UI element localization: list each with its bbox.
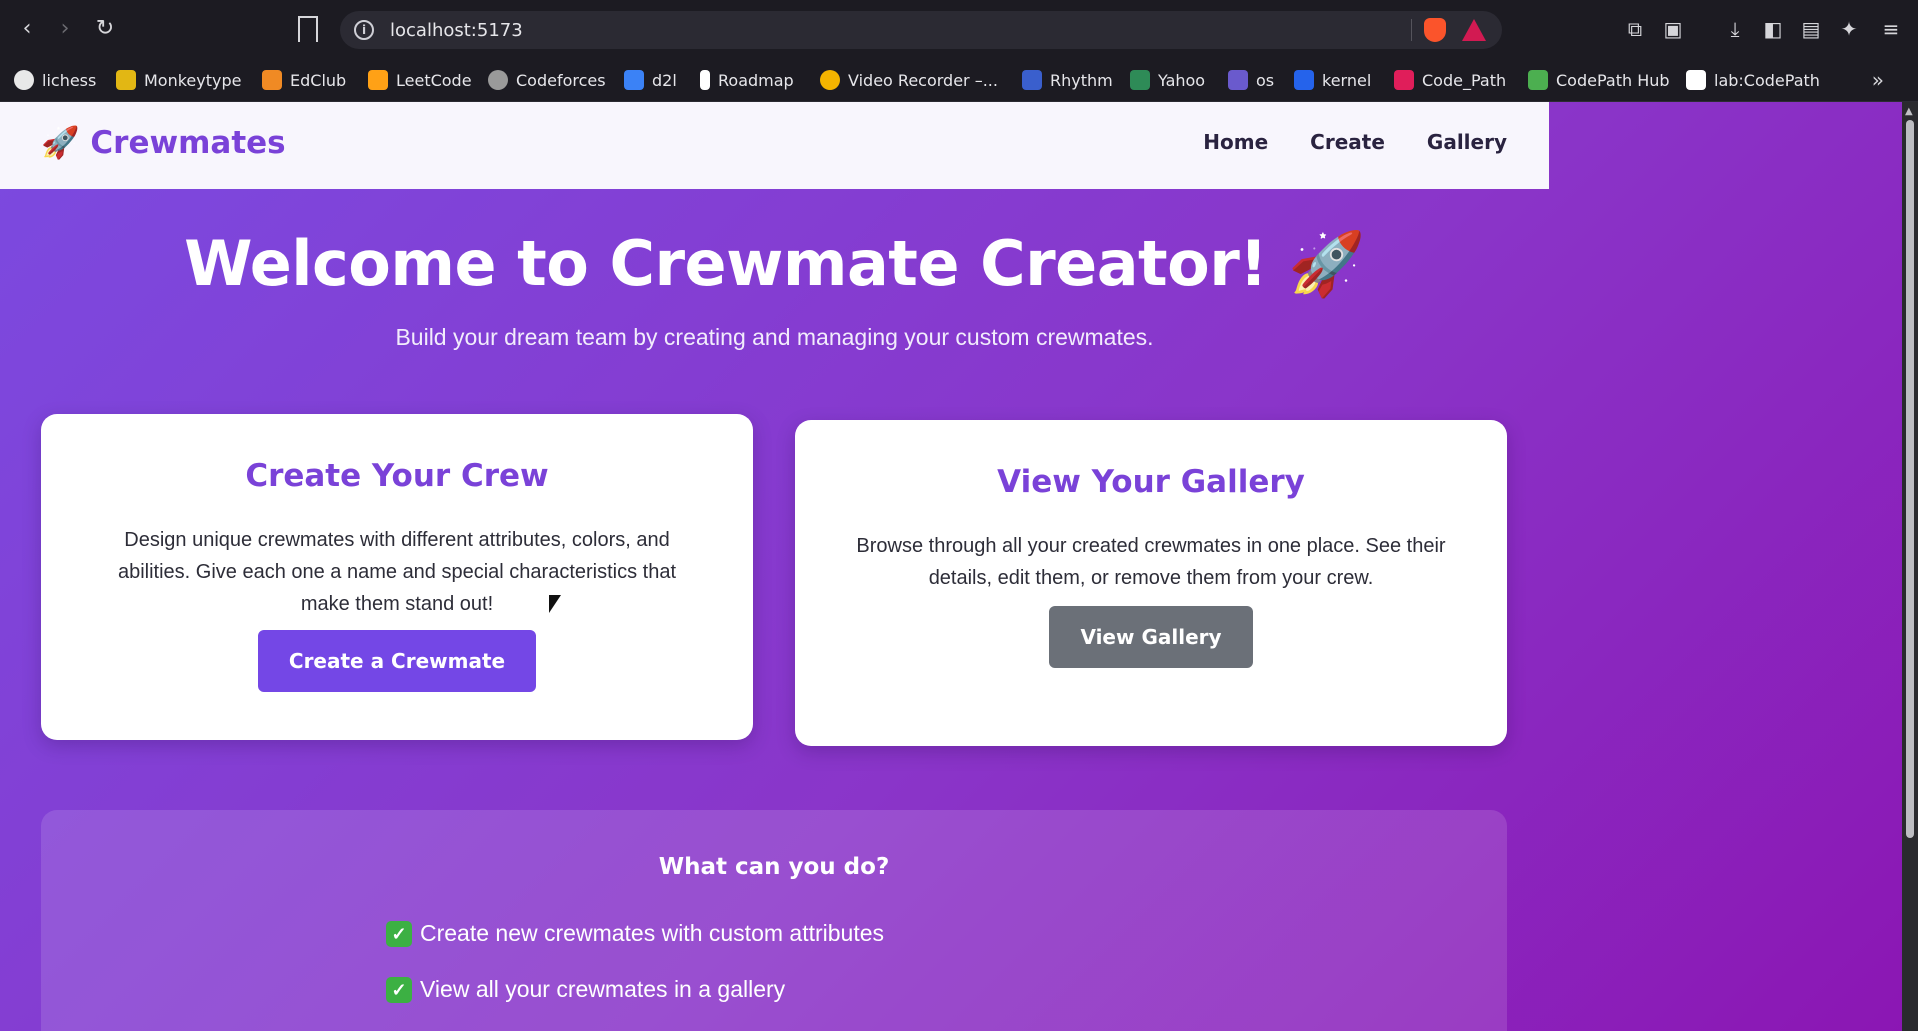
bookmark-label: os xyxy=(1256,70,1275,90)
page-viewport: 🚀 Crewmates Home Create Gallery Welcome … xyxy=(0,102,1918,1031)
nav-gallery[interactable]: Gallery xyxy=(1427,130,1507,154)
lab-codepath-icon xyxy=(1686,70,1706,90)
bookmark-label: EdClub xyxy=(290,70,347,90)
bookmark-codeforces[interactable]: Codeforces xyxy=(488,66,606,94)
sidebar-icon[interactable]: ◧ xyxy=(1760,16,1786,42)
address-bar[interactable]: i localhost:5173 xyxy=(340,11,1502,49)
site-navbar: 🚀 Crewmates Home Create Gallery xyxy=(0,102,1549,189)
menu-icon[interactable]: ≡ xyxy=(1878,16,1904,42)
bookmark-yahoo[interactable]: Yahoo xyxy=(1130,66,1205,94)
scroll-up-icon[interactable]: ▲ xyxy=(1905,106,1913,117)
url-text[interactable]: localhost:5173 xyxy=(390,20,523,41)
bookmark-label: d2l xyxy=(652,70,677,90)
site-logo[interactable]: 🚀 Crewmates xyxy=(41,124,286,161)
extensions-icon[interactable]: ⧉ xyxy=(1622,16,1648,42)
forward-icon[interactable]: › xyxy=(50,14,80,44)
hero-subtitle: Build your dream team by creating and ma… xyxy=(395,324,1154,350)
video-recorder-icon xyxy=(820,70,840,90)
bookmark-lab-codepath[interactable]: lab:CodePath xyxy=(1686,66,1820,94)
checkmark-icon: ✓ xyxy=(386,976,412,1003)
brave-rewards-icon[interactable] xyxy=(1462,19,1486,41)
wallet-icon[interactable]: ▤ xyxy=(1798,16,1824,42)
feature-text: Create new crewmates with custom attribu… xyxy=(420,920,885,946)
create-crew-card: Create Your Crew Design unique crewmates… xyxy=(41,414,753,740)
edclub-icon xyxy=(262,70,282,90)
feature-item: ✓ Create new crewmates with custom attri… xyxy=(386,920,884,947)
bookmark-label: Roadmap xyxy=(718,70,794,90)
bookmark-d2l[interactable]: d2l xyxy=(624,66,677,94)
bookmark-label: lichess xyxy=(42,70,97,90)
bookmark-roadmap[interactable]: Roadmap xyxy=(700,66,794,94)
bookmark-label: CodePath Hub xyxy=(1556,70,1670,90)
yahoo-icon xyxy=(1130,70,1150,90)
bookmark-edclub[interactable]: EdClub xyxy=(262,66,346,94)
d2l-icon xyxy=(624,70,644,90)
hero-title: Welcome to Crewmate Creator! 🚀 xyxy=(184,227,1365,300)
view-gallery-card: View Your Gallery Browse through all you… xyxy=(795,420,1507,746)
nav-links: Home Create Gallery xyxy=(1203,130,1507,154)
leo-ai-icon[interactable]: ✦ xyxy=(1836,16,1862,42)
checkmark-icon: ✓ xyxy=(386,920,412,947)
bookmark-label: Code_Path xyxy=(1422,70,1507,90)
page-scrollbar[interactable]: ▲ xyxy=(1902,102,1918,1031)
bookmark-video-recorder[interactable]: Video Recorder –... xyxy=(820,66,998,94)
card-text: Browse through all your created crewmate… xyxy=(856,535,1446,589)
feature-text: View all your crewmates in a gallery xyxy=(420,976,786,1002)
bookmark-rhythm[interactable]: Rhythm xyxy=(1022,66,1113,94)
card-title: Create Your Crew xyxy=(245,458,549,494)
bookmark-codepath-hub[interactable]: CodePath Hub xyxy=(1528,66,1670,94)
kernel-icon xyxy=(1294,70,1314,90)
bookmarks-bar: lichess Monkeytype EdClub LeetCode Codef… xyxy=(0,58,1918,102)
roadmap-icon xyxy=(700,70,710,90)
nav-create[interactable]: Create xyxy=(1310,130,1385,154)
create-crewmate-button[interactable]: Create a Crewmate xyxy=(257,630,537,692)
bookmark-os[interactable]: os xyxy=(1228,66,1274,94)
os-icon xyxy=(1228,70,1248,90)
features-panel: What can you do? ✓ Create new crewmates … xyxy=(41,810,1507,1031)
bookmark-label: Codeforces xyxy=(516,70,606,90)
bookmark-label: Video Recorder –... xyxy=(848,70,998,90)
bookmark-label: LeetCode xyxy=(396,70,472,90)
codeforces-icon xyxy=(488,70,508,90)
bookmark-code-path[interactable]: Code_Path xyxy=(1394,66,1506,94)
lichess-icon xyxy=(14,70,34,90)
bookmark-leetcode[interactable]: LeetCode xyxy=(368,66,472,94)
scrollbar-thumb[interactable] xyxy=(1906,120,1914,838)
screenshot-icon[interactable]: ▣ xyxy=(1660,16,1686,42)
site-info-icon[interactable]: i xyxy=(354,20,374,40)
downloads-icon[interactable]: ⤓ xyxy=(1722,16,1748,42)
nav-home[interactable]: Home xyxy=(1203,130,1268,154)
slack-icon xyxy=(1394,70,1414,90)
reload-icon[interactable]: ↻ xyxy=(90,14,120,44)
bookmark-label: lab:CodePath xyxy=(1714,70,1820,90)
monkeytype-icon xyxy=(116,70,136,90)
mouse-cursor-icon xyxy=(549,595,561,613)
leetcode-icon xyxy=(368,70,388,90)
card-title: View Your Gallery xyxy=(997,464,1305,500)
back-icon[interactable]: ‹ xyxy=(12,14,42,44)
bookmark-icon[interactable] xyxy=(298,16,318,42)
bookmark-monkeytype[interactable]: Monkeytype xyxy=(116,66,241,94)
card-text: Design unique crewmates with different a… xyxy=(117,529,677,615)
features-title: What can you do? xyxy=(658,854,890,880)
view-gallery-button[interactable]: View Gallery xyxy=(1049,606,1253,668)
bookmark-label: Monkeytype xyxy=(144,70,242,90)
codepath-hub-icon xyxy=(1528,70,1548,90)
url-separator xyxy=(1411,19,1412,41)
logo-text: Crewmates xyxy=(90,125,286,161)
feature-item: ✓ View all your crewmates in a gallery xyxy=(386,976,785,1003)
rhythm-icon xyxy=(1022,70,1042,90)
bookmark-lichess[interactable]: lichess xyxy=(14,66,96,94)
bookmark-label: kernel xyxy=(1322,70,1372,90)
bookmark-kernel[interactable]: kernel xyxy=(1294,66,1371,94)
bookmark-label: Yahoo xyxy=(1158,70,1206,90)
rocket-icon: 🚀 xyxy=(41,125,80,161)
more-bookmarks-icon[interactable]: » xyxy=(1872,68,1884,92)
brave-shields-icon[interactable] xyxy=(1424,18,1446,42)
bookmark-label: Rhythm xyxy=(1050,70,1113,90)
browser-toolbar: ‹ › ↻ i localhost:5173 ⧉ ▣ ⤓ ◧ ▤ ✦ ≡ xyxy=(0,0,1918,58)
